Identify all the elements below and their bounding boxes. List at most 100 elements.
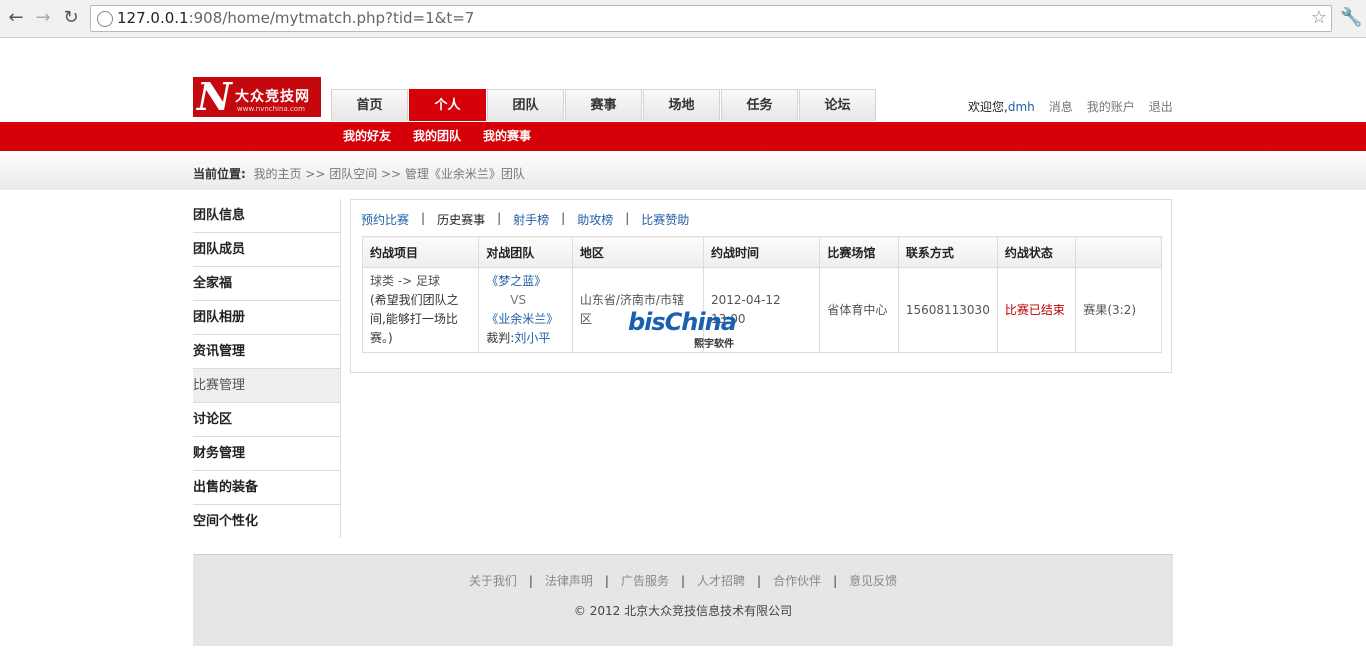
match-note: (希望我们团队之间,能够打一场比赛。) [370,293,459,345]
logo-mark: N [197,74,232,119]
main-nav: 首页 个人 团队 赛事 场地 任务 论坛 [331,89,877,122]
tab-separator: | [561,211,566,225]
footer-separator: | [680,574,686,588]
footer-link-feedback[interactable]: 意见反馈 [849,574,897,588]
team-a-link[interactable]: 《梦之蓝》 [486,272,565,291]
url-text: 127.0.0.1:908/home/mytmatch.php?tid=1&t=… [117,8,474,28]
footer-separator: | [604,574,609,588]
messages-link[interactable]: 消息 [1049,100,1073,114]
col-header-venue: 比赛场馆 [819,236,899,268]
match-category: 球类 -> 足球 [370,274,441,288]
content-tabs: 预约比赛 | 历史赛事 | 射手榜 | 助攻榜 | 比赛赞助 [361,211,689,228]
url-path: :908/home/mytmatch.php?tid=1&t=7 [188,9,475,27]
sub-nav-bar: 我的好友 我的团队 我的赛事 [0,122,1366,151]
sidebar-item-news-manage[interactable]: 资讯管理 [193,335,340,369]
logout-link[interactable]: 退出 [1149,100,1173,114]
footer-links: 关于我们 | 法律声明 | 广告服务 | 人才招聘 | 合作伙伴 | 意见反馈 [193,572,1173,589]
sidebar-item-discussion[interactable]: 讨论区 [193,403,340,437]
cell-contact: 15608113030 [897,267,998,353]
referee-link[interactable]: 刘小平 [514,331,550,345]
nav-tab-events[interactable]: 赛事 [565,89,642,121]
nav-tab-team[interactable]: 团队 [487,89,564,121]
tab-top-scorers[interactable]: 射手榜 [513,211,549,228]
match-history-table: 约战项目 对战团队 地区 约战时间 比赛场馆 联系方式 约战状态 球类 -> 足… [361,236,1162,353]
sidebar-item-match-manage[interactable]: 比赛管理 [193,369,340,403]
cell-teams: 《梦之蓝》 VS 《业余米兰》 裁判:刘小平 [478,267,573,353]
table-header-row: 约战项目 对战团队 地区 约战时间 比赛场馆 联系方式 约战状态 [361,236,1162,268]
footer-link-about[interactable]: 关于我们 [469,574,517,588]
sidebar-item-team-members[interactable]: 团队成员 [193,233,340,267]
breadcrumb-bar: 当前位置: 我的主页 >> 团队空间 >> 管理《业余米兰》团队 [0,151,1366,190]
footer-link-ads[interactable]: 广告服务 [621,574,669,588]
breadcrumb-path[interactable]: 我的主页 >> 团队空间 >> 管理《业余米兰》团队 [253,167,524,181]
cell-venue: 省体育中心 [819,267,899,353]
team-b-link[interactable]: 《业余米兰》 [486,310,565,329]
footer-link-jobs[interactable]: 人才招聘 [697,574,745,588]
nav-tab-personal[interactable]: 个人 [409,89,486,121]
tab-separator: | [497,211,502,225]
username-link[interactable]: dmh [1008,100,1035,114]
footer-separator: | [528,574,533,588]
user-bar: 欢迎您,dmh 消息 我的账户 退出 [968,98,1173,115]
logo-domain: www.nvnchina.com [237,105,305,113]
wrench-icon[interactable]: 🔧 [1340,8,1362,28]
col-header-teams: 对战团队 [478,236,573,268]
nav-tab-forum[interactable]: 论坛 [799,89,876,121]
cell-item: 球类 -> 足球 (希望我们团队之间,能够打一场比赛。) [361,267,480,353]
nav-tab-home[interactable]: 首页 [331,89,408,121]
reload-icon[interactable]: ↻ [61,8,81,28]
footer-separator: | [757,574,762,588]
tab-book-match[interactable]: 预约比赛 [361,211,409,228]
cell-region: 山东省/济南市/市辖区 [571,267,704,353]
sidebar-item-team-info[interactable]: 团队信息 [193,199,340,233]
content-panel: 预约比赛 | 历史赛事 | 射手榜 | 助攻榜 | 比赛赞助 约战项目 对战团队… [350,199,1172,373]
sidebar-item-equipment-sale[interactable]: 出售的装备 [193,471,340,505]
browser-toolbar: ← → ↻ 127.0.0.1:908/home/mytmatch.php?ti… [0,0,1366,38]
tab-top-assists[interactable]: 助攻榜 [577,211,613,228]
cell-time: 2012-04-12 13:00 [702,267,821,353]
nav-tab-tasks[interactable]: 任务 [721,89,798,121]
nav-tab-venues[interactable]: 场地 [643,89,720,121]
sidebar-item-family-photo[interactable]: 全家福 [193,267,340,301]
col-header-contact: 联系方式 [897,236,998,268]
subnav-my-teams[interactable]: 我的团队 [413,122,461,151]
welcome-text: 欢迎您, [968,100,1008,114]
footer-separator: | [833,574,838,588]
tab-sponsorship[interactable]: 比赛赞助 [641,211,689,228]
tab-separator: | [421,211,426,225]
logo-name: 大众竞技网 [235,89,310,105]
my-account-link[interactable]: 我的账户 [1087,100,1135,114]
status-badge: 比赛已结束 [1004,302,1065,317]
back-icon[interactable]: ← [6,8,26,28]
url-host: 127.0.0.1 [117,9,189,27]
sidebar: 团队信息 团队成员 全家福 团队相册 资讯管理 比赛管理 讨论区 财务管理 出售… [193,199,341,538]
col-header-region: 地区 [571,236,704,268]
footer-link-legal[interactable]: 法律声明 [545,574,593,588]
sidebar-item-team-album[interactable]: 团队相册 [193,301,340,335]
footer-link-partners[interactable]: 合作伙伴 [773,574,821,588]
subnav-my-events[interactable]: 我的赛事 [483,122,531,151]
subnav-my-friends[interactable]: 我的好友 [343,122,391,151]
tab-separator: | [625,211,630,225]
col-header-item: 约战项目 [361,236,480,268]
forward-icon[interactable]: → [33,8,53,28]
table-row: 球类 -> 足球 (希望我们团队之间,能够打一场比赛。) 《梦之蓝》 VS 《业… [361,267,1162,353]
cell-status: 比赛已结束 [996,267,1077,353]
breadcrumb: 当前位置: 我的主页 >> 团队空间 >> 管理《业余米兰》团队 [193,165,525,182]
col-header-status: 约战状态 [996,236,1077,268]
tab-match-history[interactable]: 历史赛事 [437,211,485,228]
cell-result: 赛果(3:2) [1075,267,1162,353]
site-logo[interactable]: N 大众竞技网 www.nvnchina.com [193,77,321,117]
col-header-time: 约战时间 [702,236,821,268]
sidebar-item-finance[interactable]: 财务管理 [193,437,340,471]
col-header-result [1075,236,1162,268]
copyright: © 2012 北京大众竞技信息技术有限公司 [573,604,793,618]
address-bar[interactable]: 127.0.0.1:908/home/mytmatch.php?tid=1&t=… [90,5,1332,32]
footer: 关于我们 | 法律声明 | 广告服务 | 人才招聘 | 合作伙伴 | 意见反馈 © 2012 北京大… [193,554,1173,646]
globe-icon [97,11,113,27]
vs-label: VS [510,293,527,307]
sidebar-item-personalize[interactable]: 空间个性化 [193,505,340,538]
breadcrumb-label: 当前位置: [193,167,246,181]
referee-label: 裁判: [486,331,515,345]
bookmark-star-icon[interactable]: ☆ [1311,7,1327,29]
